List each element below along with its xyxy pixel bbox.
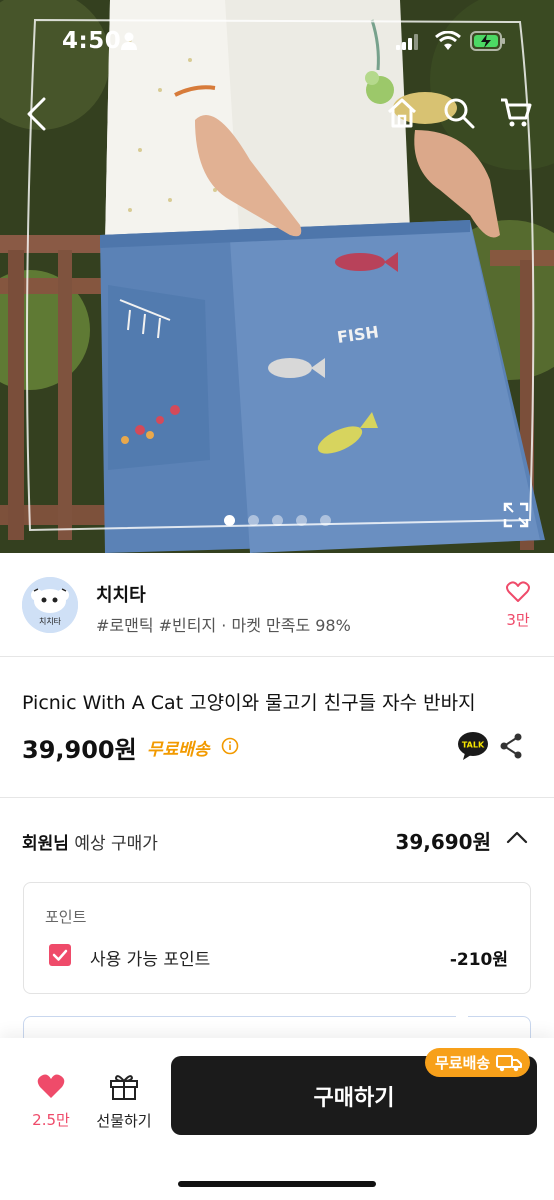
seller-section[interactable]: 치치타 치치타 #로맨틱 #빈티지 · 마켓 만족도 98% 3만: [0, 553, 554, 657]
member-label-rest: 예상 구매가: [68, 834, 158, 854]
seller-avatar[interactable]: 치치타: [22, 577, 78, 633]
gift-button[interactable]: 선물하기: [90, 1072, 158, 1131]
kakao-talk-icon[interactable]: TALK: [457, 731, 489, 761]
talk-icon-text: TALK: [462, 741, 485, 750]
bottom-action-bar: 2.5만 선물하기 구매하기 무료배송: [0, 1038, 554, 1200]
points-header: 포인트: [45, 908, 87, 926]
free-shipping-badge: 무료배송: [425, 1048, 531, 1077]
heart-outline-icon: [506, 581, 530, 602]
like-button[interactable]: 2.5만: [22, 1074, 80, 1130]
carousel-dot[interactable]: [319, 515, 331, 526]
carousel-dot[interactable]: [271, 515, 283, 526]
seller-name[interactable]: 치치타: [96, 581, 146, 607]
heart-filled-icon: [37, 1074, 65, 1098]
coupon-notch: [456, 1013, 468, 1021]
avatar-logo-text: 치치타: [39, 617, 62, 626]
carousel-dot[interactable]: [247, 515, 259, 526]
back-arrow-icon[interactable]: [22, 96, 52, 132]
battery-charging-icon: [470, 31, 505, 51]
status-time: 4:50: [62, 28, 122, 54]
home-indicator: [178, 1181, 376, 1187]
points-value: -210원: [449, 950, 508, 970]
section-divider: [0, 797, 554, 798]
shop-like-button[interactable]: 3만: [500, 581, 536, 630]
info-icon[interactable]: [221, 737, 239, 755]
free-shipping-label: 무료배송: [147, 740, 210, 760]
product-price: 39,900원: [22, 736, 137, 764]
member-expected-price: 39,690원: [395, 830, 491, 854]
fullscreen-expand-icon[interactable]: [503, 502, 529, 528]
product-image-carousel[interactable]: FISH 4:50: [0, 0, 554, 553]
gift-label: 선물하기: [96, 1112, 152, 1130]
seller-tags: #로맨틱 #빈티지 · 마켓 만족도 98%: [96, 616, 351, 635]
wifi-icon: [435, 31, 461, 50]
product-title: Picnic With A Cat 고양이와 물고기 친구들 자수 반바지: [22, 692, 476, 714]
checkmark-icon: [52, 949, 68, 961]
chevron-up-icon[interactable]: [506, 830, 528, 844]
member-label-bold: 회원님: [22, 834, 69, 854]
person-icon: [121, 32, 137, 50]
points-box: 포인트 사용 가능 포인트 -210원: [23, 882, 531, 994]
free-shipping-badge-label: 무료배송: [435, 1054, 491, 1072]
gift-icon: [110, 1075, 138, 1100]
carousel-dot[interactable]: [295, 515, 307, 526]
search-icon[interactable]: [442, 96, 476, 130]
seller-logo: 치치타: [22, 577, 78, 633]
buy-button-label: 구매하기: [313, 1085, 395, 1111]
status-bar: 4:50: [0, 0, 554, 86]
member-price-label: 회원님 예상 구매가: [22, 829, 158, 854]
carousel-dot[interactable]: [223, 515, 235, 526]
home-icon[interactable]: [385, 96, 419, 130]
share-icon[interactable]: [499, 733, 523, 759]
carousel-indicator: [0, 515, 554, 526]
like-count: 2.5만: [32, 1111, 70, 1129]
cart-icon[interactable]: [499, 96, 533, 130]
shop-like-count: 3만: [506, 611, 530, 629]
points-checkbox[interactable]: [49, 944, 71, 966]
cellular-signal-icon: [396, 34, 418, 50]
delivery-truck-icon: [496, 1054, 523, 1071]
points-label: 사용 가능 포인트: [90, 950, 211, 970]
